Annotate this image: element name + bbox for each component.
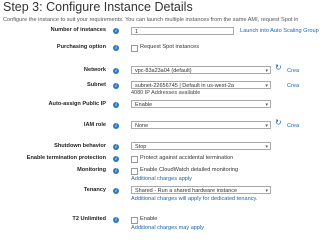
label-iam-role: IAM role xyxy=(83,122,106,128)
create-subnet-link[interactable]: Crea xyxy=(287,83,299,89)
t2-charges-link[interactable]: Additional charges may apply xyxy=(131,225,204,231)
info-icon[interactable]: i xyxy=(113,68,119,74)
chevron-down-icon: ▾ xyxy=(265,68,268,74)
shutdown-behavior-select-value: Stop xyxy=(135,144,147,150)
iam-role-select[interactable]: None ▾ xyxy=(131,121,271,129)
info-icon[interactable]: i xyxy=(113,168,119,174)
label-auto-assign-public-ip: Auto-assign Public IP xyxy=(48,101,107,107)
label-subnet: Subnet xyxy=(87,82,106,88)
label-monitoring: Monitoring xyxy=(77,167,106,173)
network-select-value: vpc-83a23a04 (default) xyxy=(135,68,192,74)
info-icon[interactable]: i xyxy=(113,83,119,89)
info-icon[interactable]: i xyxy=(113,28,119,34)
spot-instances-checkbox[interactable] xyxy=(131,45,138,52)
chevron-down-icon: ▾ xyxy=(265,144,268,150)
label-tenancy: Tenancy xyxy=(83,187,106,193)
subnet-ip-hint: 4080 IP Addresses available xyxy=(131,90,201,96)
spot-instances-label: Request Spot instances xyxy=(140,44,200,50)
iam-role-select-value: None xyxy=(135,123,149,129)
auto-scaling-link[interactable]: Launch into Auto Scaling Group xyxy=(240,28,319,34)
monitoring-charges-link[interactable]: Additional charges apply xyxy=(131,176,192,182)
label-purchasing-option: Purchasing option xyxy=(56,44,106,50)
termination-protection-checkbox[interactable] xyxy=(131,156,138,163)
label-termination-protection: Enable termination protection xyxy=(26,155,106,161)
info-icon[interactable]: i xyxy=(113,45,119,51)
chevron-down-icon: ▾ xyxy=(265,102,268,108)
info-icon[interactable]: i xyxy=(113,102,119,108)
label-network: Network xyxy=(83,67,106,73)
info-icon[interactable]: i xyxy=(113,123,119,129)
tenancy-select[interactable]: Shared - Run a shared hardware instance ▾ xyxy=(131,186,271,194)
info-icon[interactable]: i xyxy=(113,188,119,194)
label-shutdown-behavior: Shutdown behavior xyxy=(54,143,106,149)
monitoring-text: Enable CloudWatch detailed monitoring xyxy=(140,167,239,173)
subnet-select-value: subnet-22656745 | Default in us-west-2a xyxy=(135,83,234,89)
info-icon[interactable]: i xyxy=(113,217,119,223)
label-t2-unlimited: T2 Unlimited xyxy=(72,216,106,222)
create-iam-role-link[interactable]: Crea xyxy=(287,123,299,129)
chevron-down-icon: ▾ xyxy=(265,83,268,89)
tenancy-charges-link[interactable]: Additional charges will apply for dedica… xyxy=(131,196,257,202)
public-ip-select[interactable]: Enable ▾ xyxy=(131,100,271,108)
info-icon[interactable]: i xyxy=(113,156,119,162)
chevron-down-icon: ▾ xyxy=(265,188,268,194)
t2-unlimited-checkbox[interactable] xyxy=(131,217,138,224)
subnet-select[interactable]: subnet-22656745 | Default in us-west-2a ▾ xyxy=(131,81,271,89)
create-vpc-link[interactable]: Crea xyxy=(287,68,299,74)
monitoring-checkbox[interactable] xyxy=(131,168,138,175)
number-of-instances-input[interactable]: 1 xyxy=(131,27,234,35)
tenancy-select-value: Shared - Run a shared hardware instance xyxy=(135,188,238,194)
refresh-icon[interactable]: ↻ xyxy=(275,118,282,127)
page-title: Step 3: Configure Instance Details xyxy=(3,0,193,14)
info-icon[interactable]: i xyxy=(113,144,119,150)
refresh-icon[interactable]: ↻ xyxy=(275,63,282,72)
shutdown-behavior-select[interactable]: Stop ▾ xyxy=(131,142,271,150)
network-select[interactable]: vpc-83a23a04 (default) ▾ xyxy=(131,66,271,74)
termination-protection-text: Protect against accidental termination xyxy=(140,155,234,161)
t2-unlimited-text: Enable xyxy=(140,216,158,222)
page-description: Configure the instance to suit your requ… xyxy=(3,17,299,23)
public-ip-select-value: Enable xyxy=(135,102,153,108)
chevron-down-icon: ▾ xyxy=(265,123,268,129)
label-number-of-instances: Number of instances xyxy=(50,27,106,33)
